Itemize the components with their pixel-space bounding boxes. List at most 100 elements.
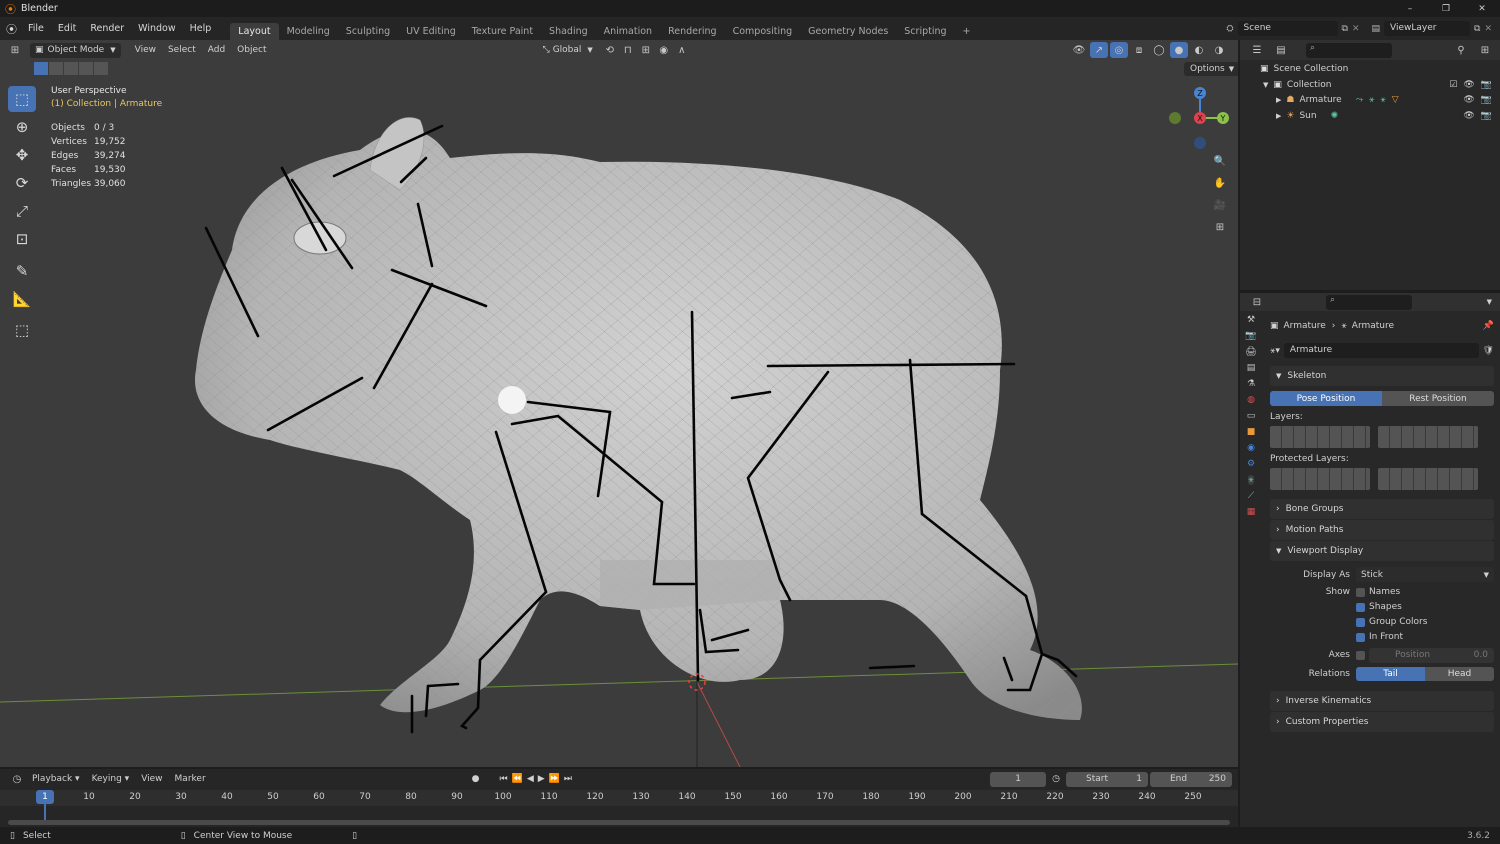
eye-icon[interactable]: 👁 bbox=[1463, 78, 1474, 94]
remove-scene-icon[interactable]: ✕ bbox=[1352, 24, 1360, 34]
scene-tab-icon[interactable]: ⚗ bbox=[1247, 379, 1255, 389]
current-frame-field[interactable]: 1 bbox=[990, 771, 1047, 787]
axes-position-field[interactable]: Position 0.0 bbox=[1369, 647, 1494, 663]
menu-add[interactable]: Add bbox=[202, 43, 231, 57]
start-frame-field[interactable]: Start 1 bbox=[1066, 771, 1148, 787]
select-extend-icon[interactable] bbox=[49, 62, 63, 75]
next-keyframe-icon[interactable]: ⏩ bbox=[549, 774, 560, 784]
jump-start-icon[interactable]: ⏮ bbox=[500, 774, 508, 784]
move-tool-icon[interactable]: ✥ bbox=[8, 142, 36, 168]
new-collection-icon[interactable]: ⊞ bbox=[1476, 42, 1494, 58]
cursor-tool-icon[interactable]: ⊕ bbox=[8, 114, 36, 140]
select-new-icon[interactable] bbox=[34, 62, 48, 75]
constraints-tab-icon[interactable]: ⚙ bbox=[1247, 459, 1255, 469]
timeline-scrollbar[interactable] bbox=[8, 820, 1230, 825]
minimize-button[interactable]: – bbox=[1392, 4, 1428, 14]
transform-tool-icon[interactable]: ⊡ bbox=[8, 226, 36, 252]
remove-view-layer-icon[interactable]: ✕ bbox=[1484, 24, 1492, 34]
tab-layout[interactable]: Layout bbox=[230, 23, 279, 40]
expand-arrow-icon[interactable]: ▶ bbox=[1276, 109, 1281, 125]
properties-search-input[interactable]: ⌕ bbox=[1326, 294, 1412, 310]
scene-selector[interactable]: Scene bbox=[1237, 21, 1338, 36]
menu-object[interactable]: Object bbox=[231, 43, 272, 57]
play-reverse-icon[interactable]: ◀ bbox=[527, 774, 534, 784]
jump-end-icon[interactable]: ⏭ bbox=[564, 774, 572, 784]
custom-properties-panel[interactable]: › Custom Properties bbox=[1270, 712, 1494, 732]
capybara-mesh[interactable] bbox=[194, 117, 1082, 721]
prev-keyframe-icon[interactable]: ⏪ bbox=[512, 774, 523, 784]
gizmo-toggle-icon[interactable]: ↗ bbox=[1090, 42, 1108, 58]
menu-playback[interactable]: Playback ▾ bbox=[26, 772, 86, 786]
add-cube-tool-icon[interactable]: ⬚ bbox=[8, 317, 36, 343]
skeleton-panel-header[interactable]: ▼ Skeleton bbox=[1270, 366, 1494, 386]
filter-icon[interactable]: ⚲ bbox=[1452, 42, 1470, 58]
output-tab-icon[interactable]: 🖨 bbox=[1245, 347, 1256, 357]
record-icon[interactable]: ● bbox=[472, 774, 480, 784]
select-intersect-icon[interactable] bbox=[94, 62, 108, 75]
tab-sculpting[interactable]: Sculpting bbox=[338, 23, 398, 40]
pose-position-button[interactable]: Pose Position bbox=[1270, 391, 1382, 406]
navigation-gizmo[interactable]: Z X Y bbox=[1160, 80, 1235, 155]
preview-range-icon[interactable]: ◷ bbox=[1052, 774, 1060, 784]
tab-geometry-nodes[interactable]: Geometry Nodes bbox=[800, 23, 896, 40]
outliner-item-armature[interactable]: ▶ ☗ Armature ⤳ ⚹ ⚹ ▽ 👁 📷 bbox=[1276, 93, 1500, 109]
viewport-display-panel-header[interactable]: ▼ Viewport Display bbox=[1270, 541, 1494, 561]
menu-edit[interactable]: Edit bbox=[51, 23, 83, 34]
bone-groups-panel[interactable]: › Bone Groups bbox=[1270, 499, 1494, 519]
outliner-item-sun[interactable]: ▶ ☀ Sun ✺ 👁 📷 bbox=[1276, 109, 1500, 125]
eye-icon[interactable]: 👁 bbox=[1463, 109, 1474, 125]
menu-help[interactable]: Help bbox=[183, 23, 219, 34]
timeline-editor-icon[interactable]: ◷ bbox=[8, 771, 26, 787]
measure-tool-icon[interactable]: 📐 bbox=[8, 286, 36, 312]
xray-icon[interactable]: ⧈ bbox=[1130, 42, 1148, 58]
object-tab-icon[interactable]: ■ bbox=[1247, 427, 1256, 437]
ortho-toggle-icon[interactable]: ⊞ bbox=[1211, 219, 1229, 235]
display-mode-icon[interactable]: ▤ bbox=[1272, 42, 1290, 58]
menu-select[interactable]: Select bbox=[162, 43, 202, 57]
eye-icon[interactable]: 👁 bbox=[1463, 93, 1474, 109]
camera-icon[interactable]: 📷 bbox=[1481, 93, 1492, 109]
data-name-field[interactable]: Armature bbox=[1283, 343, 1479, 358]
armature-data-tab-icon[interactable]: ⚹ bbox=[1248, 475, 1254, 485]
pin-icon[interactable]: 📌 bbox=[1483, 321, 1494, 331]
relations-head-button[interactable]: Head bbox=[1425, 666, 1494, 681]
display-as-dropdown[interactable]: Stick ▼ bbox=[1356, 567, 1494, 582]
in-front-checkbox[interactable] bbox=[1356, 632, 1365, 642]
view-layer-tab-icon[interactable]: ▤ bbox=[1247, 363, 1256, 373]
bone-tab-icon[interactable]: ⟋ bbox=[1248, 491, 1254, 501]
tool-tab-icon[interactable]: ⚒ bbox=[1247, 315, 1255, 325]
rendered-shading-icon[interactable]: ◑ bbox=[1210, 42, 1228, 58]
inverse-kinematics-panel[interactable]: › Inverse Kinematics bbox=[1270, 691, 1494, 711]
camera-icon[interactable]: 📷 bbox=[1481, 78, 1492, 94]
motion-paths-panel[interactable]: › Motion Paths bbox=[1270, 520, 1494, 540]
select-invert-icon[interactable] bbox=[79, 62, 93, 75]
properties-editor-icon[interactable]: ⊟ bbox=[1248, 294, 1266, 310]
frame-ruler[interactable]: 1102030405060708090100110120130140150160… bbox=[0, 790, 1238, 806]
world-tab-icon[interactable]: ◍ bbox=[1247, 395, 1255, 405]
tab-rendering[interactable]: Rendering bbox=[660, 23, 725, 40]
texture-tab-icon[interactable]: ▦ bbox=[1247, 507, 1256, 517]
axes-checkbox[interactable] bbox=[1356, 650, 1365, 660]
end-frame-field[interactable]: End 250 bbox=[1150, 771, 1232, 787]
menu-window[interactable]: Window bbox=[131, 23, 182, 34]
transform-orientation[interactable]: Global bbox=[553, 45, 582, 55]
shapes-checkbox[interactable] bbox=[1356, 602, 1365, 612]
group-colors-checkbox[interactable] bbox=[1356, 617, 1365, 627]
view-layer-icon[interactable]: ▤ bbox=[1372, 24, 1381, 34]
scene-collection-row[interactable]: ▣ Scene Collection bbox=[1260, 62, 1500, 78]
checkbox-icon[interactable]: ☑ bbox=[1449, 78, 1457, 94]
falloff-icon[interactable]: ∧ bbox=[673, 42, 691, 58]
menu-marker[interactable]: Marker bbox=[169, 772, 212, 786]
pivot-icon[interactable]: ⟲ bbox=[601, 42, 619, 58]
menu-keying[interactable]: Keying ▾ bbox=[86, 772, 136, 786]
tab-scripting[interactable]: Scripting bbox=[896, 23, 954, 40]
tab-shading[interactable]: Shading bbox=[541, 23, 596, 40]
rest-position-button[interactable]: Rest Position bbox=[1382, 391, 1494, 406]
annotate-tool-icon[interactable]: ✎ bbox=[8, 258, 36, 284]
maximize-button[interactable]: ❐ bbox=[1428, 4, 1464, 14]
blender-menu-icon[interactable]: ⦿ bbox=[6, 21, 17, 37]
menu-view-timeline[interactable]: View bbox=[135, 772, 168, 786]
snap-icon[interactable]: ⊓ bbox=[619, 42, 637, 58]
outliner-editor-icon[interactable]: ☰ bbox=[1248, 42, 1266, 58]
physics-tab-icon[interactable]: ◉ bbox=[1247, 443, 1255, 453]
